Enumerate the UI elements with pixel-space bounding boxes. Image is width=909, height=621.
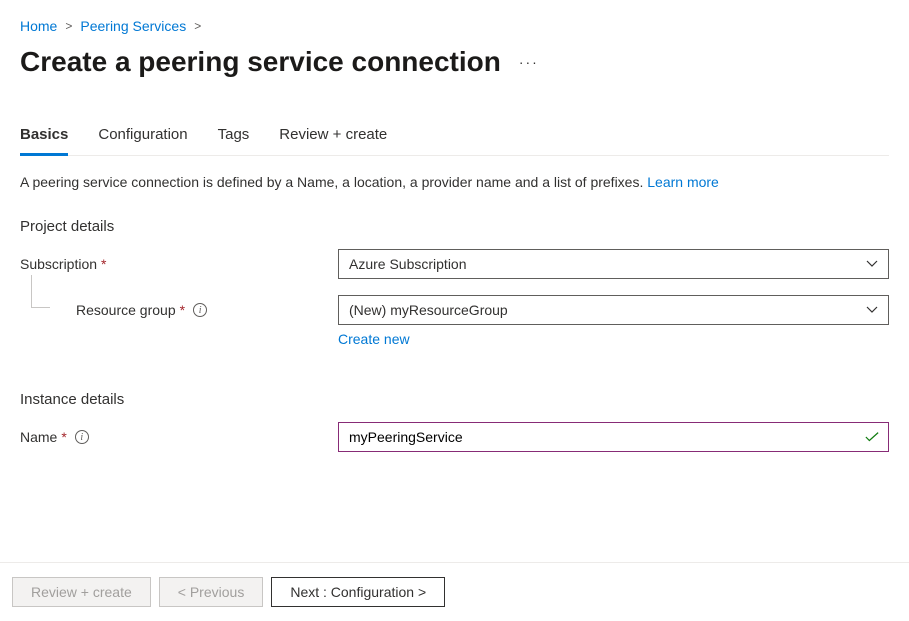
resource-group-select[interactable]: (New) myResourceGroup xyxy=(338,295,889,325)
footer: Review + create < Previous Next : Config… xyxy=(0,562,909,621)
tab-basics[interactable]: Basics xyxy=(20,118,68,156)
resource-group-value: (New) myResourceGroup xyxy=(349,302,508,318)
review-create-button: Review + create xyxy=(12,577,151,607)
tab-review-create[interactable]: Review + create xyxy=(279,118,387,156)
next-button[interactable]: Next : Configuration > xyxy=(271,577,445,607)
subscription-label: Subscription* xyxy=(20,256,338,272)
previous-button: < Previous xyxy=(159,577,264,607)
name-input[interactable] xyxy=(338,422,889,452)
learn-more-link[interactable]: Learn more xyxy=(647,174,719,190)
subscription-select[interactable]: Azure Subscription xyxy=(338,249,889,279)
chevron-down-icon xyxy=(866,260,878,268)
create-new-link[interactable]: Create new xyxy=(338,331,410,347)
info-icon[interactable]: i xyxy=(193,303,207,317)
chevron-right-icon: > xyxy=(194,19,201,33)
section-project-details: Project details xyxy=(20,218,889,235)
chevron-right-icon: > xyxy=(65,19,72,33)
resource-group-label: Resource group* i xyxy=(76,302,338,318)
description-text: A peering service connection is defined … xyxy=(20,174,647,190)
description: A peering service connection is defined … xyxy=(20,174,889,190)
tab-tags[interactable]: Tags xyxy=(218,118,250,156)
subscription-value: Azure Subscription xyxy=(349,256,467,272)
checkmark-icon xyxy=(865,432,879,443)
breadcrumb: Home > Peering Services > xyxy=(20,18,889,34)
more-icon[interactable]: ··· xyxy=(519,54,539,70)
tab-configuration[interactable]: Configuration xyxy=(98,118,187,156)
section-instance-details: Instance details xyxy=(20,391,889,408)
breadcrumb-home[interactable]: Home xyxy=(20,18,57,34)
breadcrumb-peering-services[interactable]: Peering Services xyxy=(80,18,186,34)
tabs: Basics Configuration Tags Review + creat… xyxy=(20,118,889,156)
page-title: Create a peering service connection xyxy=(20,46,501,78)
name-label: Name* i xyxy=(20,429,338,445)
info-icon[interactable]: i xyxy=(75,430,89,444)
chevron-down-icon xyxy=(866,306,878,314)
